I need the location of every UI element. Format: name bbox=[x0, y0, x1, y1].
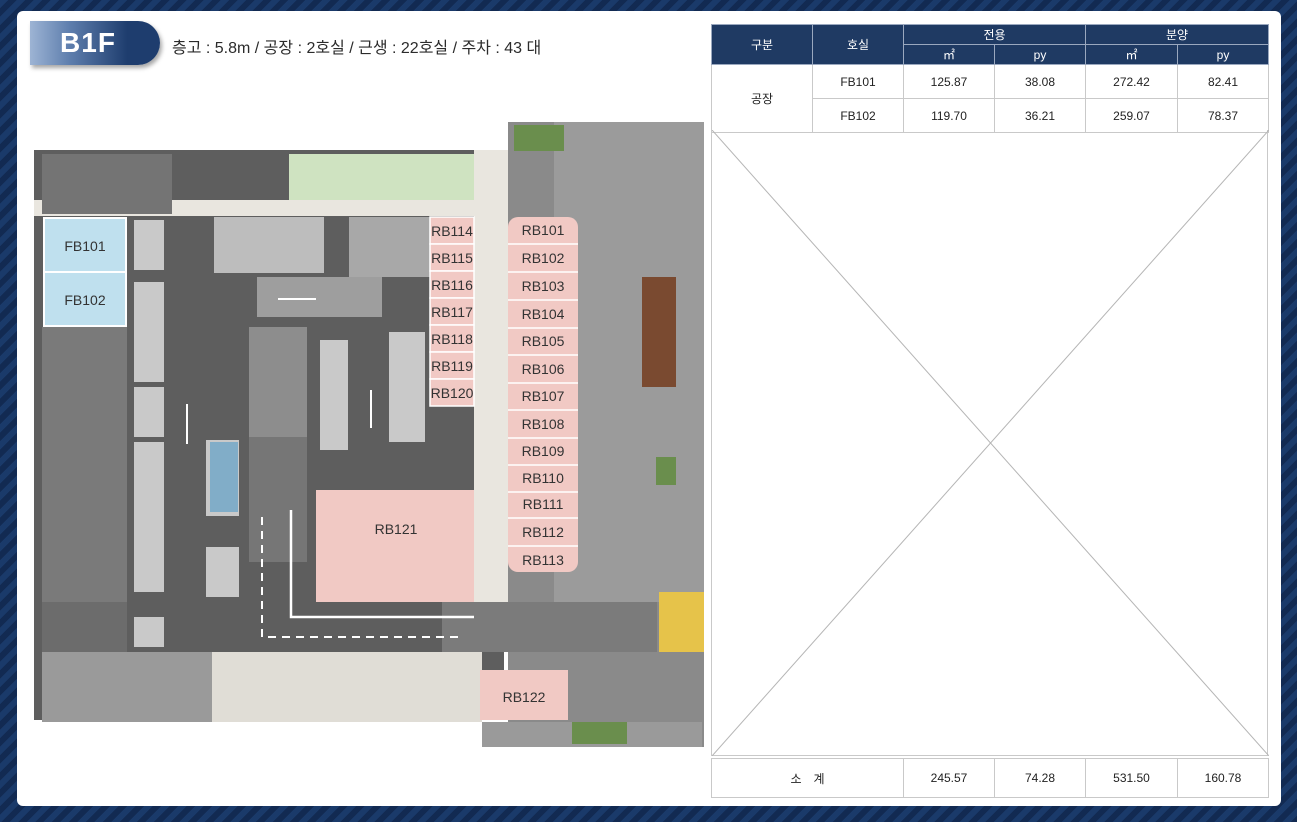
subtotal-label: 소 계 bbox=[711, 758, 904, 798]
deck bbox=[642, 277, 676, 387]
label-rb101: RB101 bbox=[522, 222, 565, 238]
cell-ex-py: 36.21 bbox=[994, 98, 1086, 133]
cell-sale-sqm: 259.07 bbox=[1085, 98, 1178, 133]
label-rb120: RB120 bbox=[431, 385, 474, 401]
green-area bbox=[289, 154, 474, 200]
label-fb102: FB102 bbox=[64, 292, 105, 308]
label-rb117: RB117 bbox=[431, 304, 473, 320]
th-ex-sqm: ㎡ bbox=[903, 44, 995, 65]
floor-plan-svg: FB101 FB102 RB114 RB115 RB116 RB117 RB11… bbox=[34, 122, 704, 747]
label-rb113: RB113 bbox=[522, 552, 564, 568]
floor-label: B1F bbox=[60, 27, 116, 58]
empty-placeholder bbox=[711, 129, 1270, 757]
cell-ex-py: 38.08 bbox=[994, 64, 1086, 99]
cell-unit: FB102 bbox=[812, 98, 904, 133]
label-rb104: RB104 bbox=[522, 306, 565, 322]
label-rb119: RB119 bbox=[431, 358, 473, 374]
placeholder-cross bbox=[711, 129, 1270, 757]
th-sale: 분양 bbox=[1085, 24, 1269, 45]
subtotal-row: 소 계 245.57 74.28 531.50 160.78 bbox=[711, 758, 1269, 798]
label-rb106: RB106 bbox=[522, 361, 565, 377]
label-rb122: RB122 bbox=[503, 689, 546, 705]
floor-plan: FB101 FB102 RB114 RB115 RB116 RB117 RB11… bbox=[34, 122, 704, 747]
th-category: 구분 bbox=[711, 24, 813, 65]
cell-sale-py: 78.37 bbox=[1177, 98, 1269, 133]
subtotal-ex-py: 74.28 bbox=[994, 758, 1086, 798]
label-rb114: RB114 bbox=[431, 223, 473, 239]
cell-ex-sqm: 125.87 bbox=[903, 64, 995, 99]
th-exclusive: 전용 bbox=[903, 24, 1086, 45]
label-rb111: RB111 bbox=[523, 496, 564, 512]
floor-info: 층고 : 5.8m / 공장 : 2호실 / 근생 : 22호실 / 주차 : … bbox=[172, 40, 542, 57]
label-rb107: RB107 bbox=[522, 388, 565, 404]
label-rb109: RB109 bbox=[522, 443, 565, 459]
label-rb118: RB118 bbox=[431, 331, 473, 347]
corridor bbox=[474, 150, 508, 610]
cell-sale-sqm: 272.42 bbox=[1085, 64, 1178, 99]
cell-unit: FB101 bbox=[812, 64, 904, 99]
unit-rb121 bbox=[316, 490, 474, 602]
label-rb108: RB108 bbox=[522, 416, 565, 432]
floor-badge: B1F bbox=[30, 21, 160, 65]
subtotal-sale-py: 160.78 bbox=[1177, 758, 1269, 798]
label-rb121: RB121 bbox=[375, 521, 418, 537]
th-sale-py: py bbox=[1177, 44, 1269, 65]
label-rb112: RB112 bbox=[522, 524, 564, 540]
label-rb105: RB105 bbox=[522, 333, 565, 349]
label-fb101: FB101 bbox=[64, 238, 105, 254]
table-row: 공장 FB101 125.87 38.08 272.42 82.41 bbox=[711, 64, 1269, 133]
cell-ex-sqm: 119.70 bbox=[903, 98, 995, 133]
label-rb110: RB110 bbox=[522, 470, 564, 486]
label-rb116: RB116 bbox=[431, 277, 473, 293]
th-unit: 호실 bbox=[812, 24, 904, 65]
group-label: 공장 bbox=[711, 64, 813, 133]
subtotal-ex-sqm: 245.57 bbox=[903, 758, 995, 798]
label-rb103: RB103 bbox=[522, 278, 565, 294]
cell-sale-py: 82.41 bbox=[1177, 64, 1269, 99]
subtotal-sale-sqm: 531.50 bbox=[1085, 758, 1178, 798]
ramp-area bbox=[249, 327, 307, 437]
unit-table: 구분 호실 전용 분양 ㎡ py ㎡ py 공장 FB101 125.87 38… bbox=[711, 24, 1270, 798]
label-rb102: RB102 bbox=[522, 250, 565, 266]
crosswalk bbox=[659, 592, 704, 652]
label-rb115: RB115 bbox=[431, 250, 473, 266]
unit-table-grid: 구분 호실 전용 분양 ㎡ py ㎡ py 공장 FB101 125.87 38… bbox=[711, 24, 1269, 133]
th-ex-py: py bbox=[994, 44, 1086, 65]
th-sale-sqm: ㎡ bbox=[1085, 44, 1178, 65]
